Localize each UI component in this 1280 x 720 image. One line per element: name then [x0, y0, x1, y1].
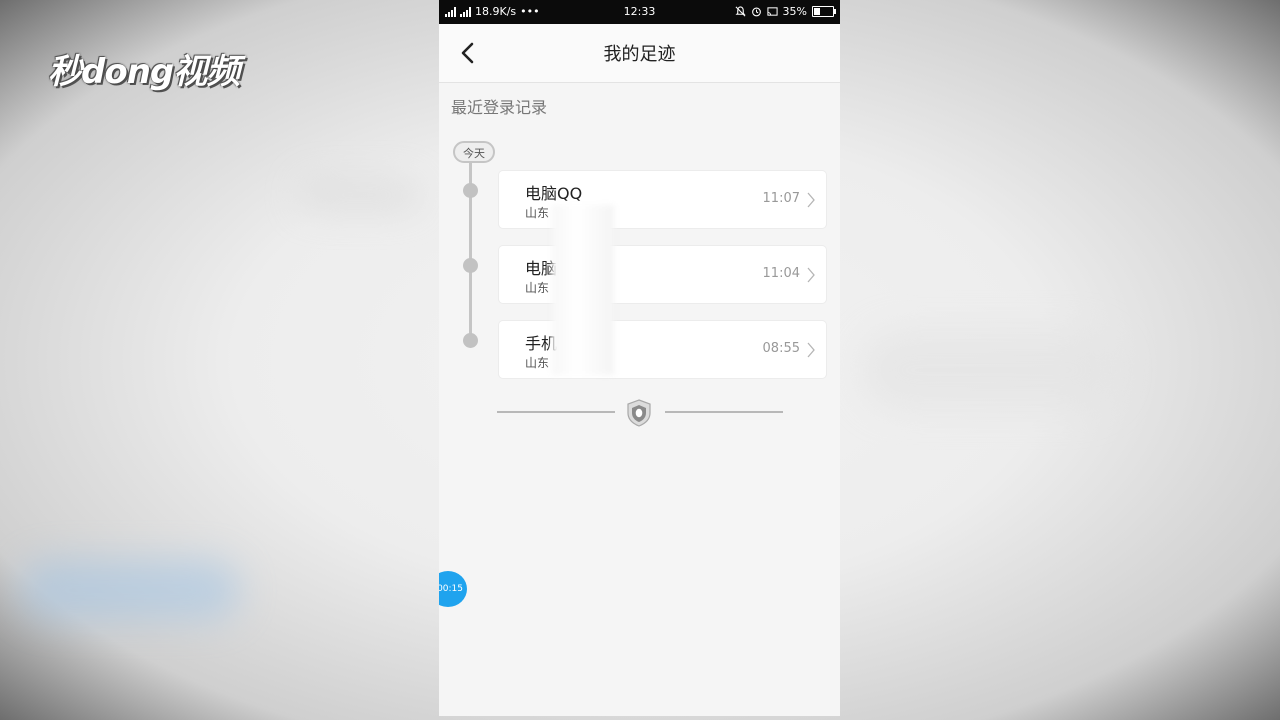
login-location: 山东: [525, 206, 550, 220]
login-time: 11:04: [762, 266, 800, 281]
divider-line: [497, 411, 615, 413]
login-time: 11:07: [762, 191, 800, 206]
header-bar: 我的足迹: [439, 24, 840, 83]
timeline-dot: [463, 258, 478, 273]
page-title: 我的足迹: [603, 44, 676, 65]
alarm-icon: [751, 7, 761, 17]
phone-screen: 18.9K/s ••• 12:33 35% 我的足迹 最近登录记录 今天 电脑Q…: [439, 0, 840, 716]
chevron-right-icon: [807, 192, 815, 208]
device-name: 电脑QQ: [525, 184, 583, 203]
divider-line: [665, 411, 783, 413]
login-time: 08:55: [762, 341, 800, 356]
date-badge: 今天: [453, 141, 495, 163]
privacy-blur-mask: [552, 205, 614, 375]
battery-fill: [814, 8, 820, 15]
status-bar: 18.9K/s ••• 12:33 35%: [439, 0, 840, 24]
chevron-right-icon: [807, 342, 815, 358]
section-title: 最近登录记录: [451, 98, 548, 117]
login-record-card[interactable]: 手机 山东 08:55: [499, 321, 826, 378]
login-location: 山东: [525, 281, 550, 295]
chevron-right-icon: [807, 267, 815, 283]
qq-shield-icon: [627, 399, 651, 427]
timeline-dot: [463, 183, 478, 198]
cast-icon: [766, 7, 778, 16]
login-record-card[interactable]: 电脑QQ 山东 11:07: [499, 171, 826, 228]
mute-icon: [735, 6, 746, 17]
login-location: 山东: [525, 356, 550, 370]
battery-percent: 35%: [782, 5, 807, 18]
login-record-item: 手机 山东 08:55: [439, 321, 840, 379]
background-blur-blob: [300, 180, 420, 210]
login-record-item: 电脑QQ 山东 11:07: [439, 171, 840, 229]
background-blur-blob: [860, 330, 1120, 410]
login-record-card[interactable]: 电脑 山东 11:04: [499, 246, 826, 303]
footer-divider: [497, 396, 783, 428]
login-record-item: 电脑 山东 11:04: [439, 246, 840, 304]
watermark-logo: 秒dong视频: [48, 52, 240, 92]
floating-timer-button[interactable]: 00:15: [439, 571, 467, 607]
background-blur-blob: [20, 560, 240, 620]
timeline-dot: [463, 333, 478, 348]
battery-icon: [812, 6, 836, 17]
